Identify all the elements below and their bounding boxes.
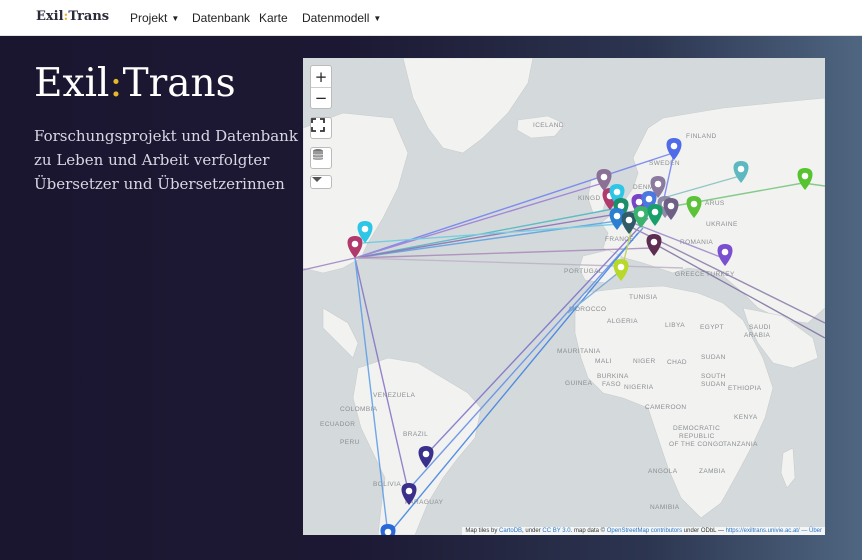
map-canvas[interactable]: ICELAND FINLAND SWEDEN DENM KINGD ARUS U… [303,58,825,535]
brand-logo[interactable]: Exil:Trans [36,9,109,24]
label-greece: GREECE [675,271,705,278]
attribution-link-site[interactable]: https://exiltrans.univie.ac.at/ [726,528,800,534]
zoom-in-button[interactable]: + [311,66,331,87]
label-mali: MALI [595,358,612,365]
label-libya: LIBYA [665,322,685,329]
fullscreen-button[interactable] [310,117,332,139]
brand-text-b: Trans [68,9,110,24]
label-kingdom: KINGD [578,195,601,202]
label-sudan: SUDAN [701,354,726,361]
nav-datenbank[interactable]: Datenbank [192,11,250,25]
label-niger: NIGER [633,358,656,365]
subtitle-line: Übersetzer und Übersetzerinnen [34,175,285,193]
label-cameroon: CAMEROON [645,404,686,411]
nav-projekt[interactable]: Projekt ▼ [130,11,179,25]
label-egypt: EGYPT [700,324,724,331]
label-belarus: ARUS [705,200,725,207]
label-angola: ANGOLA [648,468,678,475]
title-part-a: Exil [34,61,110,106]
label-ukraine: UKRAINE [706,221,738,228]
database-icon [312,149,324,160]
nav-karte[interactable]: Karte [259,11,288,25]
zoom-out-button[interactable]: − [311,87,331,108]
label-south: SOUTH [701,373,726,380]
caret-down-icon [312,177,322,182]
attribution-link-osm[interactable]: OpenStreetMap contributors [607,528,682,534]
label-democratic: DEMOCRATIC [673,425,720,432]
attribution-text: . map data © [570,528,607,534]
label-congo: OF THE CONGO [669,441,724,448]
attribution-link-ccby[interactable]: CC BY 3.0 [542,528,570,534]
label-brazil: BRAZIL [403,431,428,438]
layers-button[interactable] [310,147,332,169]
dropdown-toggle-button[interactable] [310,175,332,189]
world-map[interactable]: ICELAND FINLAND SWEDEN DENM KINGD ARUS U… [303,58,825,535]
brand-text-a: Exil [36,9,64,24]
title-colon: : [109,61,123,106]
nav-datenmodell[interactable]: Datenmodell ▼ [302,11,381,25]
label-mauritania: MAURITANIA [557,348,601,355]
label-saudi: SAUDI [749,324,771,331]
page-subtitle: Forschungsprojekt und Datenbank zu Leben… [34,124,298,196]
label-tunisia: TUNISIA [629,294,658,301]
attribution-text: under ODbL — [682,528,726,534]
label-burkina: BURKINA [597,373,629,380]
label-arabia: ARABIA [744,332,771,339]
label-guinea: GUINEA [565,380,593,387]
chevron-down-icon: ▼ [171,14,180,23]
label-algeria: ALGERIA [607,318,638,325]
label-namibia: NAMIBIA [650,504,680,511]
label-iceland: ICELAND [533,122,564,129]
label-bolivia: BOLIVIA [373,481,401,488]
nav-karte-label: Karte [259,11,288,25]
subtitle-line: zu Leben und Arbeit verfolgter [34,151,270,169]
attribution-text: Map tiles by [465,528,500,534]
chevron-down-icon: ▼ [373,14,382,23]
label-sweden: SWEDEN [649,160,680,167]
label-zambia: ZAMBIA [699,468,726,475]
fullscreen-icon [311,118,325,132]
label-kenya: KENYA [734,414,758,421]
map-attribution: Map tiles by CartoDB, under CC BY 3.0. m… [462,527,825,535]
land-masses [303,58,825,535]
label-venezuela: VENEZUELA [373,392,416,399]
subtitle-line: Forschungsprojekt und Datenbank [34,127,298,145]
label-denmark: DENM [633,184,654,191]
nav-projekt-label: Projekt [130,11,168,25]
label-tanzania: TANZANIA [723,441,758,448]
label-ecuador: ECUADOR [320,421,355,428]
nav-datenbank-label: Datenbank [192,11,251,25]
attribution-text: , under [522,528,543,534]
top-navbar: Exil:Trans Projekt ▼ Datenbank Karte Date… [0,0,862,36]
label-ethiopia: ETHIOPIA [728,385,762,392]
label-south-sudan: SUDAN [701,381,726,388]
label-finland: FINLAND [686,133,717,140]
attribution-link-carto[interactable]: CartoDB [499,528,522,534]
label-peru: PERU [340,439,360,446]
label-chad: CHAD [667,359,687,366]
title-part-b: Trans [122,61,236,106]
nav-datenmodell-label: Datenmodell [302,11,370,25]
map-marker-icon[interactable] [613,259,629,281]
page-title: Exil:Trans [34,62,236,106]
label-republic: REPUBLIC [679,433,715,440]
attribution-link-about[interactable]: — Über [800,528,822,534]
zoom-controls: + − [310,65,332,109]
label-faso: FASO [602,381,621,388]
map-marker-icon[interactable] [380,524,396,535]
label-nigeria: NIGERIA [624,384,654,391]
